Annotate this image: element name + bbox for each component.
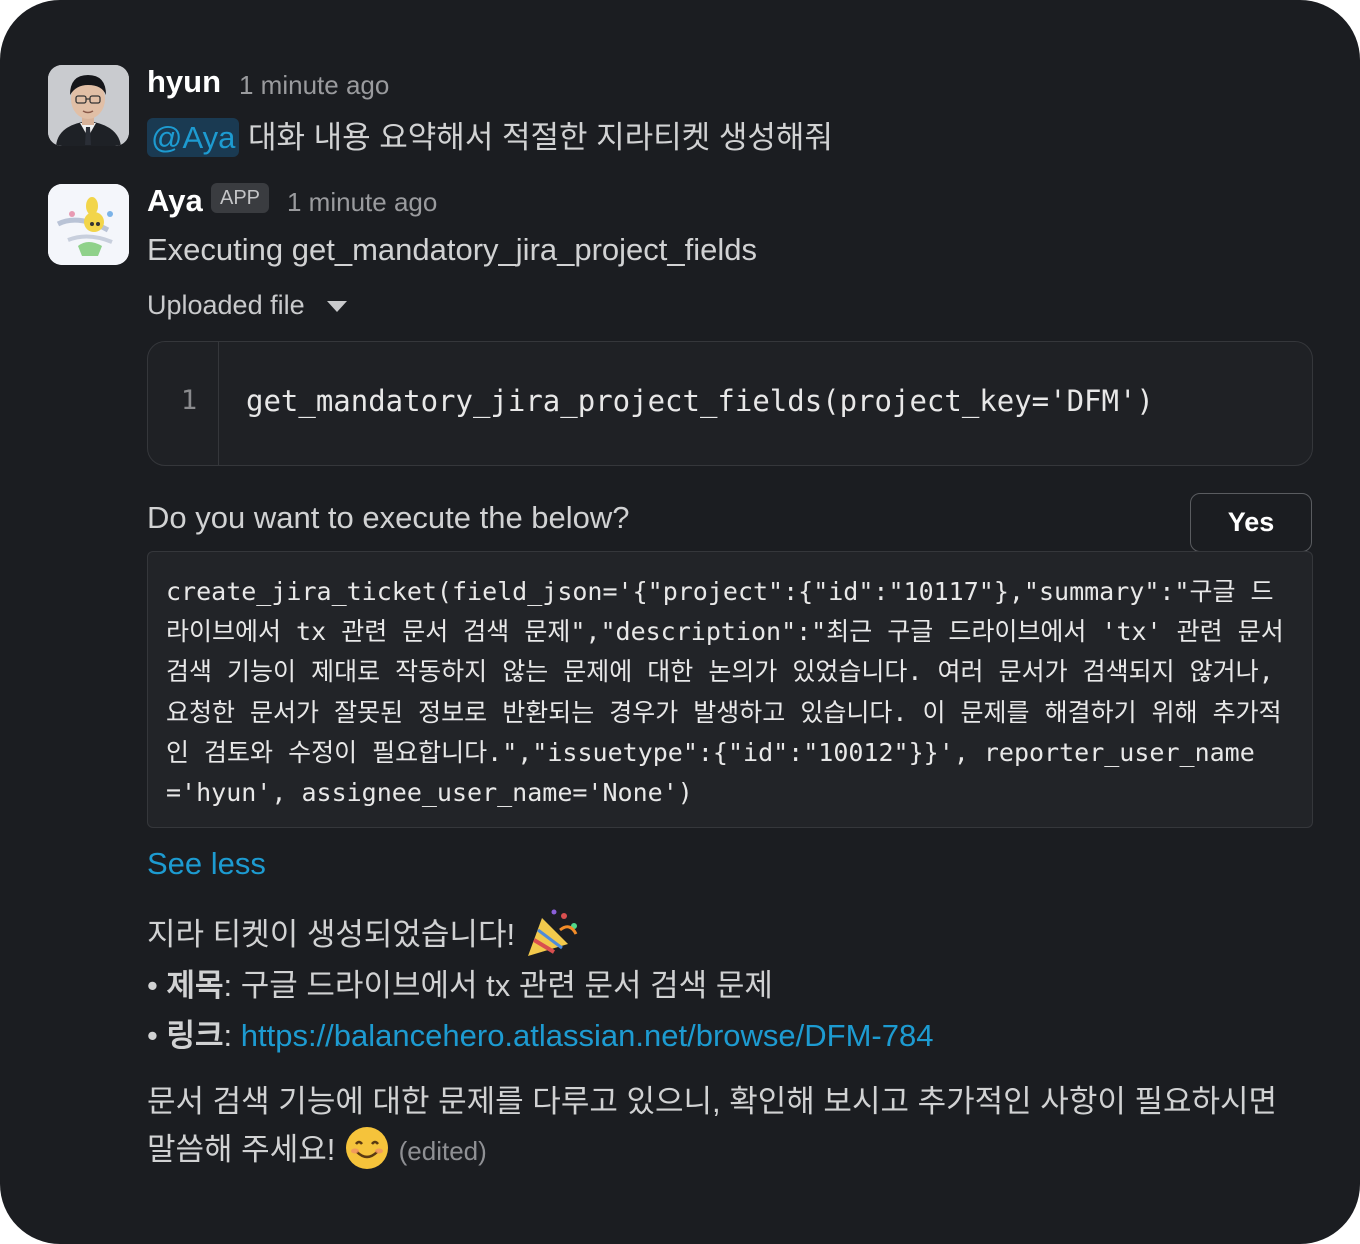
line-gutter: 1 <box>148 342 219 465</box>
link-colon: : <box>223 1018 241 1053</box>
mention-aya[interactable]: @Aya <box>147 118 240 157</box>
timestamp-hyun[interactable]: 1 minute ago <box>239 70 389 101</box>
ticket-link[interactable]: https://balancehero.atlassian.net/browse… <box>241 1018 934 1053</box>
yes-button[interactable]: Yes <box>1190 493 1312 552</box>
timestamp-aya[interactable]: 1 minute ago <box>287 187 437 218</box>
chat-window: hyun 1 minute ago @Aya 대화 내용 요약해서 적절한 지라… <box>0 0 1360 1244</box>
bullet: • <box>147 1018 167 1053</box>
title-colon: : <box>223 968 241 1003</box>
party-popper-icon <box>524 908 580 966</box>
closing-text: 말씀해 주세요! <box>147 1132 336 1167</box>
smiling-face-icon <box>344 1125 390 1179</box>
line-number: 1 <box>180 385 198 416</box>
ticket-created-text: 지라 티켓이 생성되었습니다! <box>147 917 516 953</box>
uploaded-file-label: Uploaded file <box>147 290 305 320</box>
avatar-aya[interactable] <box>48 184 129 265</box>
caret-down-icon[interactable] <box>326 301 347 313</box>
avatar-hyun[interactable] <box>48 65 129 146</box>
message-body-hyun: 대화 내용 요약해서 적절한 지라티켓 생성해줘 <box>247 120 833 155</box>
confirm-prompt: Do you want to execute the below? <box>147 500 630 535</box>
uploaded-file-toggle[interactable]: Uploaded file <box>147 290 347 321</box>
username-hyun[interactable]: hyun <box>147 64 221 100</box>
link-label: 링크 <box>166 1018 224 1053</box>
closing-line-2: 말씀해 주세요! (edited) <box>147 1124 487 1179</box>
ticket-created-line: 지라 티켓이 생성되었습니다! <box>147 908 580 966</box>
title-value: 구글 드라이브에서 tx 관련 문서 검색 문제 <box>240 968 773 1003</box>
bullet: • <box>147 968 167 1003</box>
executing-text: Executing get_mandatory_jira_project_fie… <box>147 232 758 267</box>
message-text-hyun: @Aya 대화 내용 요약해서 적절한 지라티켓 생성해줘 <box>147 112 833 157</box>
closing-line-1: 문서 검색 기능에 대한 문제를 다루고 있으니, 확인해 보시고 추가적인 사… <box>147 1084 1278 1119</box>
code-line: get_mandatory_jira_project_fields(projec… <box>246 384 1154 418</box>
see-less-link[interactable]: See less <box>147 846 266 882</box>
ticket-title-line: • 제목: 구글 드라이브에서 tx 관련 문서 검색 문제 <box>147 960 773 1005</box>
ticket-link-line: • 링크: https://balancehero.atlassian.net/… <box>147 1010 933 1055</box>
app-badge: APP <box>211 183 269 213</box>
code-snippet: 1 get_mandatory_jira_project_fields(proj… <box>147 341 1313 466</box>
edited-label: (edited) <box>398 1136 487 1166</box>
username-aya[interactable]: Aya <box>147 183 203 219</box>
command-preview: create_jira_ticket(field_json='{"project… <box>147 551 1313 828</box>
title-label: 제목 <box>166 968 224 1003</box>
